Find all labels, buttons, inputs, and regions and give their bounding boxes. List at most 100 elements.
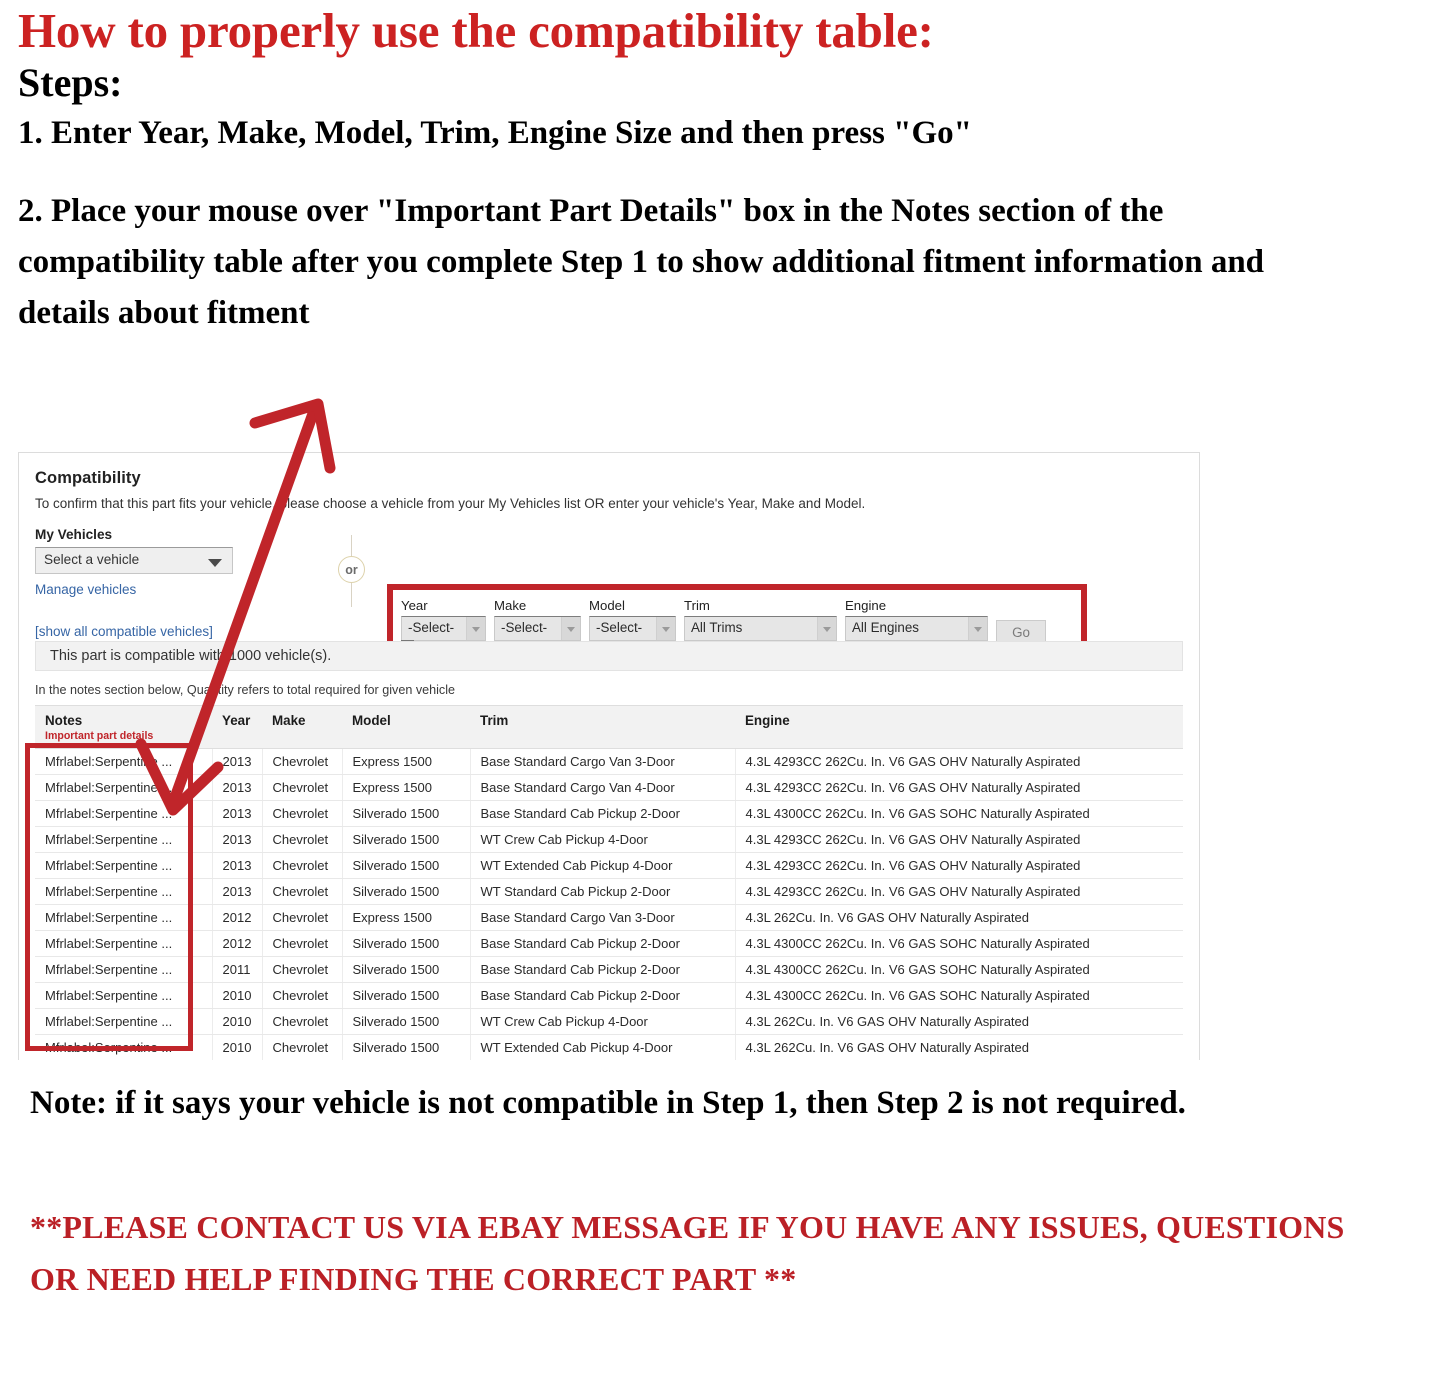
cell-make: Chevrolet [262,748,343,775]
cell-notes[interactable]: Mfrlabel:Serpentine ... [35,904,213,931]
cell-make: Chevrolet [262,904,343,931]
table-row: Mfrlabel:Serpentine ... 2013 Chevrolet Silv… [35,800,1183,827]
column-header-year: Year [212,705,262,749]
cell-model: Silverado 1500 [342,956,471,983]
cell-trim: Base Standard Cab Pickup 2-Door [470,982,736,1009]
compatibility-widget: Compatibility To confirm that this part … [18,452,1200,1060]
cell-notes[interactable]: Mfrlabel:Serpentine ... [35,800,213,827]
cell-trim: Base Standard Cab Pickup 2-Door [470,956,736,983]
cell-year: 2013 [212,748,263,775]
cell-make: Chevrolet [262,1008,343,1035]
cell-engine: 4.3L 262Cu. In. V6 GAS OHV Naturally Asp… [735,904,1183,931]
cell-engine: 4.3L 4300CC 262Cu. In. V6 GAS SOHC Natur… [735,800,1183,827]
cell-notes[interactable]: Mfrlabel:Serpentine ... [35,930,213,957]
model-field: Model -Select- [589,598,676,641]
note-text: Note: if it says your vehicle is not com… [30,1085,1186,1121]
engine-label: Engine [845,598,887,613]
my-vehicles-select[interactable]: Select a vehicle [35,547,233,574]
cell-model: Express 1500 [342,774,471,801]
cell-year: 2011 [212,956,263,983]
manage-vehicles-link[interactable]: Manage vehicles [35,582,136,597]
cell-notes[interactable]: Mfrlabel:Serpentine ... [35,774,213,801]
trim-select[interactable]: All Trims [684,616,837,641]
cell-model: Silverado 1500 [342,826,471,853]
table-row: Mfrlabel:Serpentine ... 2013 Chevrolet Silv… [35,826,1183,853]
cell-model: Silverado 1500 [342,982,471,1009]
year-value: -Select- [408,620,455,635]
trim-label: Trim [684,598,710,613]
notes-quantity-hint: In the notes section below, Quantity ref… [35,683,456,697]
cell-model: Silverado 1500 [342,878,471,905]
cell-model: Silverado 1500 [342,852,471,879]
cell-model: Express 1500 [342,904,471,931]
cell-year: 2013 [212,774,263,801]
column-header-notes-label: Notes [45,713,83,728]
cell-make: Chevrolet [262,826,343,853]
cell-model: Silverado 1500 [342,930,471,957]
chevron-down-icon [466,617,485,640]
table-row: Mfrlabel:Serpentine ... 2010 Chevrolet Silv… [35,1008,1183,1035]
cell-year: 2010 [212,1034,263,1060]
compatible-count-banner: This part is compatible with 1000 vehicl… [35,641,1183,671]
cell-trim: WT Crew Cab Pickup 4-Door [470,1008,736,1035]
chevron-down-icon [561,617,580,640]
table-row: Mfrlabel:Serpentine ... 2010 Chevrolet Silv… [35,982,1183,1009]
make-value: -Select- [501,620,548,635]
column-header-engine: Engine [735,705,1183,749]
cell-model: Silverado 1500 [342,1034,471,1060]
cell-engine: 4.3L 4293CC 262Cu. In. V6 GAS OHV Natura… [735,774,1183,801]
cell-make: Chevrolet [262,852,343,879]
table-row: Mfrlabel:Serpentine ... 2010 Chevrolet Silv… [35,1034,1183,1060]
vehicle-selector-row: My Vehicles Select a vehicle Manage vehi… [35,527,1183,671]
cell-notes[interactable]: Mfrlabel:Serpentine ... [35,852,213,879]
cell-notes[interactable]: Mfrlabel:Serpentine ... [35,748,213,775]
cell-trim: Base Standard Cargo Van 4-Door [470,774,736,801]
cell-notes[interactable]: Mfrlabel:Serpentine ... [35,982,213,1009]
cell-notes[interactable]: Mfrlabel:Serpentine ... [35,1034,213,1060]
fitment-table-head: Notes Important part details Year Make M… [35,705,1183,749]
chevron-down-icon [656,617,675,640]
chevron-down-icon [817,617,836,640]
cell-engine: 4.3L 4300CC 262Cu. In. V6 GAS SOHC Natur… [735,956,1183,983]
cell-notes[interactable]: Mfrlabel:Serpentine ... [35,1008,213,1035]
show-all-compatible-vehicles-link[interactable]: [show all compatible vehicles] [35,624,213,639]
cell-engine: 4.3L 262Cu. In. V6 GAS OHV Naturally Asp… [735,1008,1183,1035]
my-vehicles-label: My Vehicles [35,527,113,542]
cell-year: 2012 [212,930,263,957]
cell-engine: 4.3L 262Cu. In. V6 GAS OHV Naturally Asp… [735,1034,1183,1060]
cell-trim: WT Standard Cab Pickup 2-Door [470,878,736,905]
cell-year: 2013 [212,826,263,853]
make-label: Make [494,598,527,613]
table-row: Mfrlabel:Serpentine ... 2011 Chevrolet Silv… [35,956,1183,983]
cell-notes[interactable]: Mfrlabel:Serpentine ... [35,878,213,905]
cell-make: Chevrolet [262,878,343,905]
column-header-trim: Trim [470,705,735,749]
table-row: Mfrlabel:Serpentine ... 2013 Chevrolet Expr… [35,748,1183,775]
cell-engine: 4.3L 4293CC 262Cu. In. V6 GAS OHV Natura… [735,878,1183,905]
column-header-model: Model [342,705,470,749]
table-row: Mfrlabel:Serpentine ... 2013 Chevrolet Silv… [35,878,1183,905]
cell-notes[interactable]: Mfrlabel:Serpentine ... [35,826,213,853]
compatibility-heading: Compatibility [35,469,141,487]
important-part-details-label: Important part details [45,730,154,742]
cell-engine: 4.3L 4293CC 262Cu. In. V6 GAS OHV Natura… [735,826,1183,853]
year-field: Year -Select- [401,598,486,641]
trim-field: Trim All Trims [684,598,837,641]
cell-year: 2010 [212,982,263,1009]
cell-trim: WT Crew Cab Pickup 4-Door [470,826,736,853]
cell-model: Silverado 1500 [342,800,471,827]
cell-year: 2013 [212,878,263,905]
compatibility-subtitle: To confirm that this part fits your vehi… [35,496,866,511]
cell-notes[interactable]: Mfrlabel:Serpentine ... [35,956,213,983]
cell-trim: Base Standard Cab Pickup 2-Door [470,930,736,957]
step-2-text: 2. Place your mouse over "Important Part… [18,192,1265,332]
cell-year: 2012 [212,904,263,931]
cell-trim: Base Standard Cargo Van 3-Door [470,904,736,931]
cell-trim: Base Standard Cargo Van 3-Door [470,748,736,775]
instructions-block: How to properly use the compatibility ta… [18,6,1418,339]
contact-text: **PLEASE CONTACT US VIA EBAY MESSAGE IF … [30,1209,1345,1297]
or-label: or [338,556,365,583]
cell-make: Chevrolet [262,1034,343,1060]
engine-select[interactable]: All Engines [845,616,988,641]
engine-field: Engine All Engines [845,598,988,641]
